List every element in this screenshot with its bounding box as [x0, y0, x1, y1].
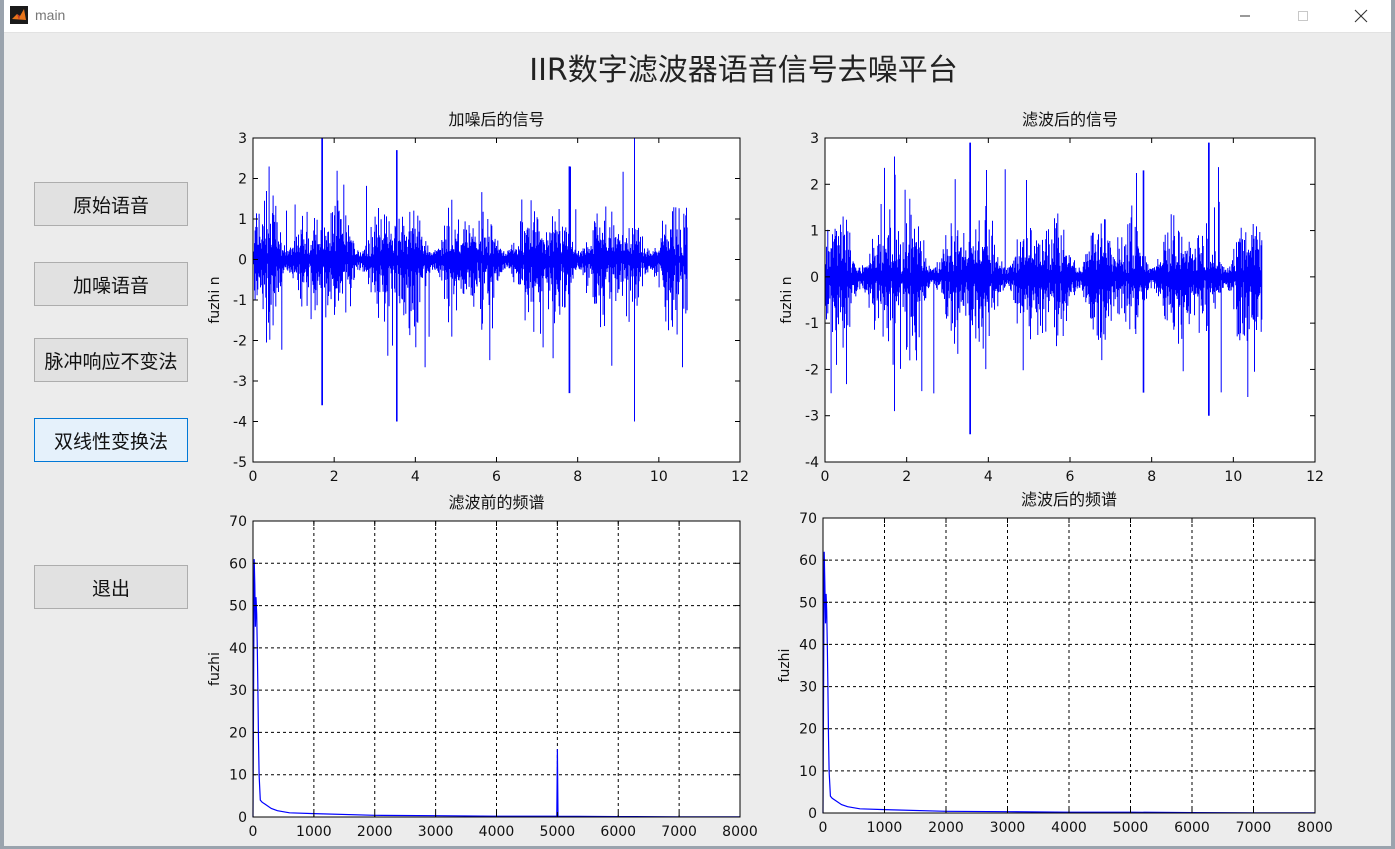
exit-button[interactable]: 退出: [34, 565, 188, 609]
y-tick-label: 10: [799, 764, 817, 780]
chart-title: 滤波后的频谱: [1021, 490, 1117, 509]
y-axis-label: fuzhi n: [207, 276, 223, 323]
y-tick-label: -3: [233, 374, 247, 390]
y-tick-label: -4: [233, 415, 247, 431]
y-tick-label: -4: [805, 455, 819, 471]
y-tick-label: 10: [229, 768, 247, 784]
x-tick-label: 4000: [1051, 820, 1087, 836]
x-tick-label: 10: [650, 469, 668, 485]
x-tick-label: 3000: [418, 824, 454, 840]
x-tick-label: 2000: [928, 820, 964, 836]
y-tick-label: 40: [229, 641, 247, 657]
y-tick-label: 0: [810, 270, 819, 286]
y-axis-label: fuzhi: [207, 652, 223, 686]
y-tick-label: -2: [233, 334, 247, 350]
y-tick-label: 30: [229, 683, 247, 699]
x-tick-label: 4: [411, 469, 420, 485]
x-tick-label: 2: [330, 469, 339, 485]
y-tick-label: 40: [799, 637, 817, 653]
x-tick-label: 0: [819, 820, 828, 836]
y-tick-label: -2: [805, 362, 819, 378]
y-tick-label: 60: [799, 553, 817, 569]
y-tick-label: 3: [238, 131, 247, 147]
y-tick-label: 50: [229, 599, 247, 615]
x-tick-label: 12: [1306, 469, 1324, 485]
y-tick-label: 3: [810, 131, 819, 147]
x-tick-label: 5000: [1113, 820, 1149, 836]
plots-canvas: 0 2 4 6 8 10 12-5-4-3-2-10123加噪后的信号fuzhi n0 2 4 6…: [207, 110, 1333, 840]
y-tick-label: 30: [799, 680, 817, 696]
x-tick-label: 2000: [357, 824, 393, 840]
x-tick-label: 5000: [540, 824, 576, 840]
x-tick-label: 8000: [1297, 820, 1333, 836]
x-tick-label: 1000: [296, 824, 332, 840]
original-speech-button[interactable]: 原始语音: [34, 182, 188, 226]
y-tick-label: 2: [810, 177, 819, 193]
x-tick-label: 2: [902, 469, 911, 485]
noisy-speech-button[interactable]: 加噪语音: [34, 262, 188, 306]
x-tick-label: 0: [249, 824, 258, 840]
y-tick-label: -1: [233, 293, 247, 309]
bilinear-transform-button[interactable]: 双线性变换法: [34, 418, 188, 462]
y-axis-label: fuzhi: [777, 649, 793, 683]
y-tick-label: -5: [233, 455, 247, 471]
y-tick-label: 1: [238, 212, 247, 228]
x-tick-label: 6: [492, 469, 501, 485]
x-tick-label: 4: [984, 469, 993, 485]
impulse-invariance-button[interactable]: 脉冲响应不变法: [34, 338, 188, 382]
x-tick-label: 6000: [600, 824, 636, 840]
y-axis-label: fuzhi n: [779, 276, 795, 323]
x-tick-label: 3000: [990, 820, 1026, 836]
x-tick-label: 7000: [1236, 820, 1272, 836]
chart-title: 加噪后的信号: [448, 110, 544, 129]
y-tick-label: 20: [799, 722, 817, 738]
y-tick-label: 20: [229, 725, 247, 741]
chart-title: 滤波后的信号: [1022, 110, 1118, 129]
x-tick-label: 0: [821, 469, 830, 485]
x-tick-label: 10: [1224, 469, 1242, 485]
x-tick-label: 4000: [479, 824, 515, 840]
x-tick-label: 8: [1147, 469, 1156, 485]
y-tick-label: -3: [805, 409, 819, 425]
y-tick-label: 0: [808, 806, 817, 822]
x-tick-label: 6000: [1174, 820, 1210, 836]
y-tick-label: 70: [799, 511, 817, 527]
x-tick-label: 6: [1066, 469, 1075, 485]
x-tick-label: 1000: [867, 820, 903, 836]
x-tick-label: 8000: [722, 824, 758, 840]
y-tick-label: 0: [238, 253, 247, 269]
y-tick-label: -1: [805, 316, 819, 332]
y-tick-label: 50: [799, 595, 817, 611]
x-tick-label: 12: [731, 469, 749, 485]
y-tick-label: 0: [238, 810, 247, 826]
y-tick-label: 60: [229, 556, 247, 572]
x-tick-label: 0: [249, 469, 258, 485]
x-tick-label: 8: [573, 469, 582, 485]
chart-title: 滤波前的频谱: [448, 493, 544, 512]
y-tick-label: 2: [238, 172, 247, 188]
x-tick-label: 7000: [661, 824, 697, 840]
y-tick-label: 70: [229, 514, 247, 530]
y-tick-label: 1: [810, 224, 819, 240]
